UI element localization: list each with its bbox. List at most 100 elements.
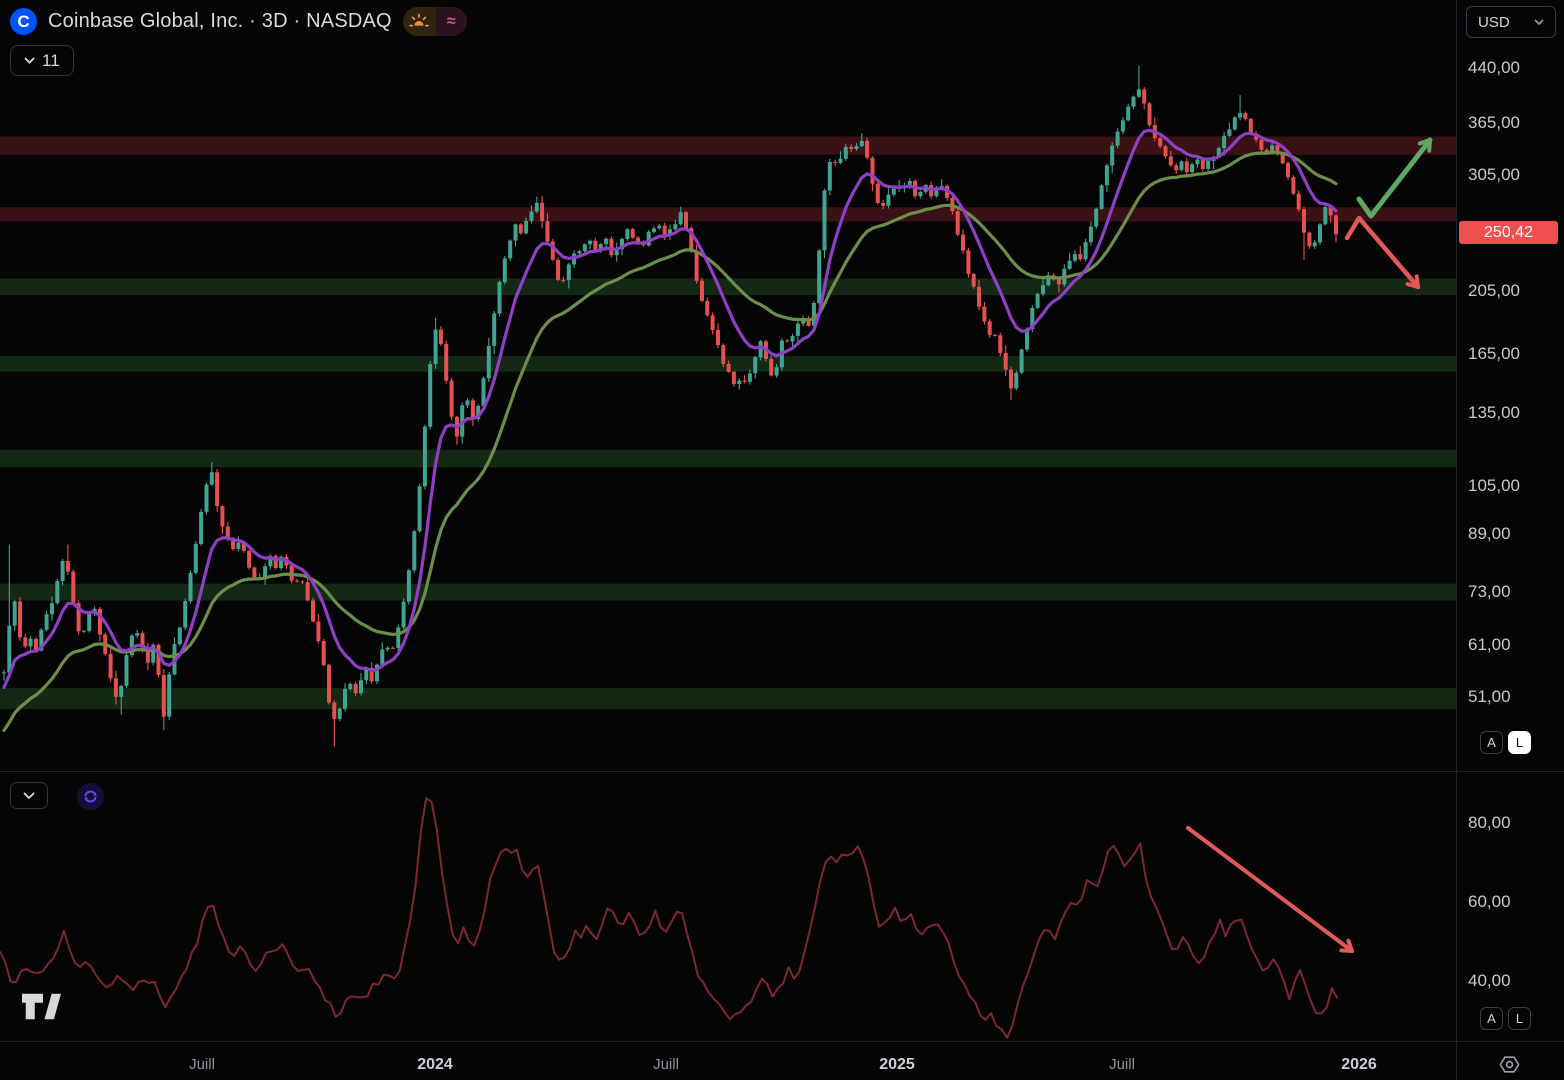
candle-body: [1100, 185, 1104, 209]
indicator-auto-scale-button[interactable]: A: [1480, 1007, 1503, 1030]
candle-body: [1307, 233, 1311, 247]
candle-body: [162, 675, 166, 717]
demand-zone: [0, 450, 1456, 468]
time-axis-separator: [0, 1041, 1564, 1042]
indicator-axis-tick: 80,00: [1468, 813, 1511, 833]
time-axis-label: Juill: [167, 1056, 237, 1073]
time-axis-label: Juill: [1087, 1056, 1157, 1073]
candle-body: [1158, 138, 1162, 146]
candle-body: [769, 359, 773, 376]
candle-body: [1089, 227, 1093, 242]
candle-body: [1238, 113, 1242, 117]
candle-body: [487, 346, 491, 378]
candle-body: [1121, 120, 1125, 131]
candle-body: [498, 282, 502, 313]
candle-body: [29, 639, 33, 647]
price-axis-tick: 105,00: [1468, 476, 1520, 496]
candle-body: [23, 637, 27, 646]
rsi-bearish-arrow[interactable]: [1188, 828, 1352, 951]
candle-body: [530, 212, 534, 221]
candle-body: [1142, 90, 1146, 104]
candle-body: [775, 367, 779, 375]
candle-body: [684, 212, 688, 228]
candle-body: [849, 147, 853, 149]
candle-body: [311, 601, 315, 622]
coinbase-logo: C: [10, 8, 37, 35]
indicator-collapse-button[interactable]: [10, 782, 48, 809]
candle-body: [705, 301, 709, 315]
candle-body: [535, 203, 539, 212]
pane-separator[interactable]: [0, 771, 1564, 772]
candle-body: [1243, 113, 1247, 119]
log-scale-button[interactable]: L: [1508, 731, 1531, 754]
drawings-count-button[interactable]: 11: [10, 45, 74, 76]
candle-body: [1057, 279, 1061, 284]
candle-body: [972, 274, 976, 287]
candle-body: [1116, 132, 1120, 146]
candle-body: [434, 330, 438, 365]
candle-body: [1137, 90, 1141, 97]
candle-body: [1286, 163, 1290, 177]
indicator-log-scale-button[interactable]: L: [1508, 1007, 1531, 1030]
auto-scale-button[interactable]: A: [1480, 731, 1503, 754]
candle-body: [1222, 136, 1226, 148]
symbol-legend[interactable]: C Coinbase Global, Inc. · 3D · NASDAQ ≈: [10, 7, 467, 36]
candle-body: [428, 364, 432, 427]
candle-body: [727, 364, 731, 372]
candle-body: [753, 357, 757, 373]
candle-body: [71, 572, 75, 604]
price-axis-tick: 51,00: [1468, 687, 1511, 707]
candle-body: [1334, 215, 1338, 234]
candle-body: [471, 400, 475, 419]
candle-body: [961, 235, 965, 251]
candle-body: [418, 486, 422, 531]
symbol-title[interactable]: Coinbase Global, Inc. · 3D · NASDAQ: [48, 10, 392, 33]
settings-gear-icon[interactable]: [1498, 1053, 1521, 1080]
price-axis-separator: [1456, 0, 1457, 1080]
candle-body: [439, 330, 443, 345]
candle-body: [1110, 146, 1114, 166]
candle-body: [1185, 161, 1189, 172]
candle-body: [87, 614, 91, 631]
refresh-icon[interactable]: [77, 783, 104, 810]
candle-body: [588, 241, 592, 245]
time-axis-label: 2025: [862, 1056, 932, 1074]
candle-body: [743, 381, 747, 382]
candle-body: [167, 674, 171, 716]
tradingview-logo[interactable]: [22, 990, 64, 1031]
bearish-arrow[interactable]: [1347, 218, 1418, 287]
candle-body: [215, 472, 219, 506]
candle-body: [423, 427, 427, 487]
candle-body: [386, 648, 390, 650]
candle-body: [252, 568, 256, 578]
wave-emoji-icon: ≈: [436, 7, 467, 36]
candle-body: [66, 561, 70, 572]
time-axis-label: Juill: [631, 1056, 701, 1073]
candle-body: [695, 252, 699, 281]
currency-select[interactable]: USD: [1466, 6, 1556, 38]
candle-body: [1020, 350, 1024, 373]
candle-body: [82, 631, 86, 632]
candle-body: [892, 189, 896, 195]
candle-body: [1084, 242, 1088, 259]
candle-body: [247, 551, 251, 568]
candle-body: [1132, 97, 1136, 107]
status-badges[interactable]: ≈: [403, 7, 467, 36]
indicator-axis-tick: 60,00: [1468, 892, 1511, 912]
price-axis-tick: 305,00: [1468, 165, 1520, 185]
price-axis-tick: 165,00: [1468, 344, 1520, 364]
candle-body: [956, 211, 960, 234]
candle-body: [316, 621, 320, 641]
candle-body: [833, 162, 837, 163]
candle-body: [359, 680, 363, 693]
candle-body: [1094, 209, 1098, 227]
candle-body: [748, 373, 752, 381]
candle-body: [412, 531, 416, 570]
chart-canvas[interactable]: [0, 0, 1564, 1080]
candle-body: [625, 229, 629, 239]
candle-body: [1014, 373, 1018, 389]
candle-body: [402, 602, 406, 628]
candle-body: [1291, 177, 1295, 193]
candle-body: [55, 581, 59, 603]
drawings-count-label: 11: [42, 51, 60, 71]
